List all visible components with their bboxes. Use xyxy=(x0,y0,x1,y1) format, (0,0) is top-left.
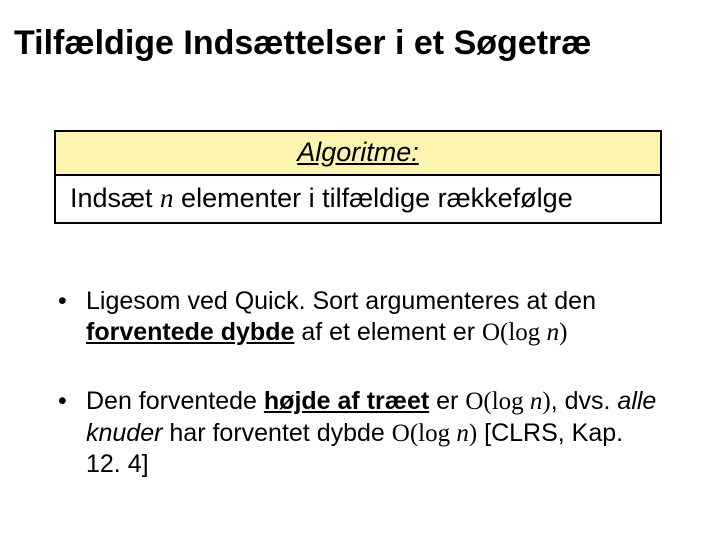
b1-fd: forventede dybde xyxy=(86,318,294,346)
algo-body-post: elementer i tilfældige rækkefølge xyxy=(174,183,573,213)
algorithm-body: Indsæt n elementer i tilfældige rækkeføl… xyxy=(56,176,660,222)
b2-comma: , dvs. xyxy=(551,387,618,415)
b2-cp2: ) xyxy=(469,420,477,447)
bullet-text: Ligesom ved Quick. Sort argumenteres at … xyxy=(86,286,662,348)
b1-mid: af et element er xyxy=(294,318,482,346)
algo-body-pre: Indsæt xyxy=(70,183,160,213)
b1-n: n xyxy=(547,319,560,346)
b1-ol: O(log xyxy=(482,319,547,346)
b2-pre: Den forventede xyxy=(86,387,264,415)
page-title: Tilfældige Indsættelser i et Søgetræ xyxy=(14,24,706,63)
b2-ol2: O(log xyxy=(392,420,457,447)
bullet-text: Den forventede højde af træet er O(log n… xyxy=(86,386,662,480)
b2-n2: n xyxy=(456,420,469,447)
bullet-dot-icon: • xyxy=(54,286,86,348)
list-item: • Ligesom ved Quick. Sort argumenteres a… xyxy=(54,286,662,348)
b2-cp1: ) xyxy=(542,388,550,415)
bullet-dot-icon: • xyxy=(54,386,86,480)
b2-mid1: er xyxy=(429,387,465,415)
b2-ht: højde af træet xyxy=(264,387,429,415)
bullet-list: • Ligesom ved Quick. Sort argumenteres a… xyxy=(54,286,662,518)
b2-n1: n xyxy=(530,388,543,415)
list-item: • Den forventede højde af træet er O(log… xyxy=(54,386,662,480)
algorithm-header: Algoritme: xyxy=(56,132,660,176)
b1-cp: ) xyxy=(559,319,567,346)
b2-mid2: har forventet dybde xyxy=(162,419,391,447)
algorithm-box: Algoritme: Indsæt n elementer i tilfældi… xyxy=(54,130,662,224)
b2-ol1: O(log xyxy=(465,388,530,415)
slide: Tilfældige Indsættelser i et Søgetræ Alg… xyxy=(0,0,720,540)
algo-body-n: n xyxy=(160,183,174,213)
b1-pre: Ligesom ved Quick. Sort argumenteres at … xyxy=(86,287,596,315)
